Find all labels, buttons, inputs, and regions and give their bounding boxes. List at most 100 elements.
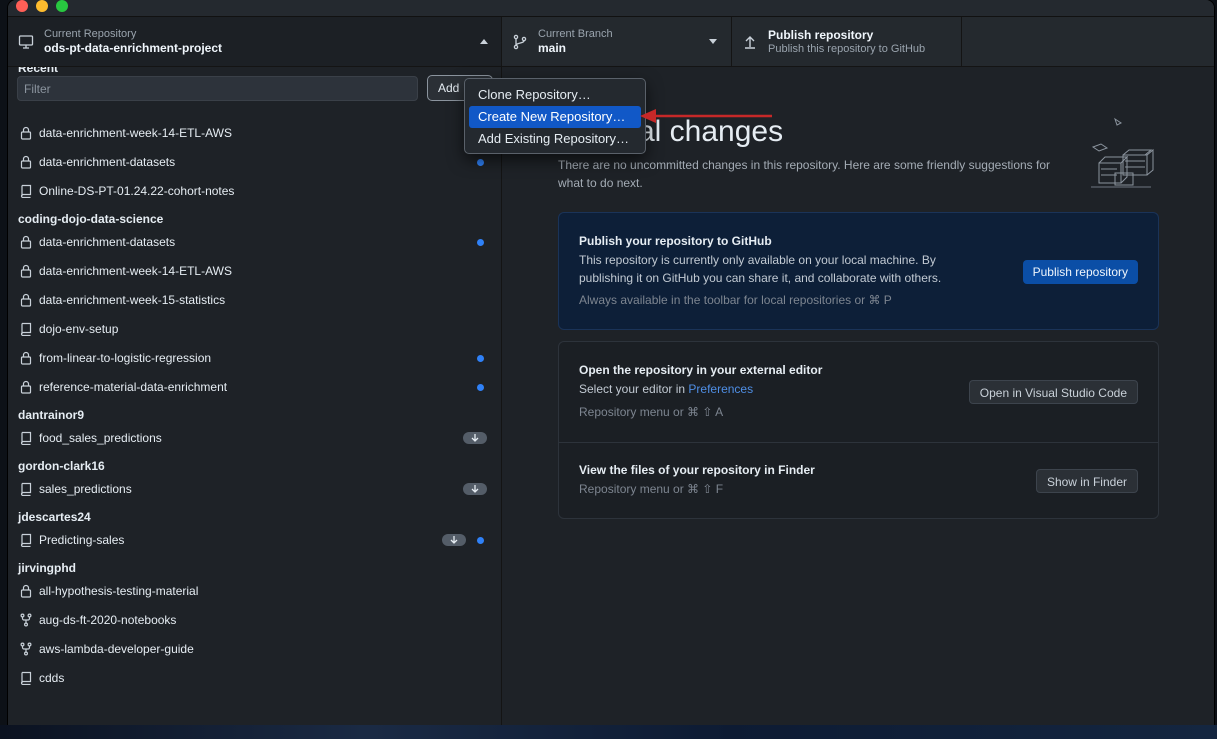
lock-icon <box>19 155 33 169</box>
branch-icon <box>513 34 527 50</box>
list-item[interactable]: data-enrichment-week-15-statistics <box>8 287 501 313</box>
add-existing-repository-menu-item[interactable]: Add Existing Repository… <box>469 128 641 150</box>
list-item[interactable]: Predicting-sales <box>8 527 501 553</box>
list-item[interactable]: dojo-env-setup <box>8 316 501 342</box>
pull-down-arrow-icon <box>442 534 466 546</box>
card-divider <box>559 442 1158 443</box>
list-item[interactable]: food_sales_predictions <box>8 425 501 451</box>
publish-repository-title: Publish repository <box>768 28 874 42</box>
title-bar <box>8 0 1214 17</box>
changes-indicator-dot <box>477 355 484 362</box>
list-item[interactable]: data-enrichment-datasets <box>8 149 501 175</box>
publish-repository-card-button[interactable]: Publish repository <box>1022 260 1138 284</box>
current-repository-name: ods-pt-data-enrichment-project <box>44 41 223 55</box>
list-item[interactable]: aws-lambda-developer-guide <box>8 636 501 662</box>
computer-icon <box>18 35 34 49</box>
list-item[interactable]: sales_predictions <box>8 476 501 502</box>
fork-icon <box>19 613 33 627</box>
repository-name: all-hypothesis-testing-material <box>39 584 199 598</box>
repo-icon <box>19 533 33 548</box>
list-item[interactable]: all-hypothesis-testing-material <box>8 578 501 604</box>
publish-card-shortcut-hint: Always available in the toolbar for loca… <box>579 293 892 307</box>
repository-name: data-enrichment-datasets <box>39 155 176 169</box>
lock-icon <box>19 126 33 140</box>
filter-input[interactable]: Filter <box>17 76 418 101</box>
create-new-repository-menu-item[interactable]: Create New Repository… <box>469 106 641 128</box>
repository-name: reference-material-data-enrichment <box>39 380 228 394</box>
lock-icon <box>19 235 33 249</box>
repository-name: cdds <box>39 671 65 685</box>
repository-name: data-enrichment-datasets <box>39 235 176 249</box>
add-repository-menu: Clone Repository… Create New Repository…… <box>464 78 646 154</box>
repo-icon <box>19 671 33 686</box>
group-header: jdescartes24 <box>18 510 91 524</box>
publish-repository-subtitle: Publish this repository to GitHub <box>768 43 926 55</box>
current-repository-label: Current Repository <box>44 28 137 40</box>
changes-indicator-dot <box>477 537 484 544</box>
changes-indicator-dot <box>477 239 484 246</box>
repository-name: Online-DS-PT-01.24.22-cohort-notes <box>39 184 235 198</box>
toolbar: Current Repository ods-pt-data-enrichmen… <box>8 17 1214 67</box>
zoom-window-button[interactable] <box>56 0 68 12</box>
repository-name: aws-lambda-developer-guide <box>39 642 194 656</box>
list-item[interactable]: data-enrichment-datasets <box>8 229 501 255</box>
finder-card-shortcut-hint: Repository menu or ⌘ ⇧ F <box>579 482 724 496</box>
group-header: dantrainor9 <box>18 408 85 422</box>
no-changes-view: cal changes There are no uncommitted cha… <box>503 67 1214 732</box>
changes-indicator-dot <box>477 159 484 166</box>
list-item[interactable]: data-enrichment-week-14-ETL-AWS <box>8 258 501 284</box>
list-item[interactable]: data-enrichment-week-14-ETL-AWS <box>8 120 501 146</box>
repo-icon <box>19 322 33 337</box>
editor-card-title: Open the repository in your external edi… <box>579 363 823 377</box>
changes-indicator-dot <box>477 384 484 391</box>
upload-icon <box>745 36 755 49</box>
group-header-recent: Recent <box>18 67 59 75</box>
editor-description-text: Select your editor in <box>579 382 689 396</box>
repository-name: sales_predictions <box>39 482 132 496</box>
current-repository-dropdown[interactable]: Current Repository ods-pt-data-enrichmen… <box>8 17 502 66</box>
minimize-window-button[interactable] <box>36 0 48 12</box>
open-in-editor-button[interactable]: Open in Visual Studio Code <box>968 380 1138 404</box>
list-item[interactable]: reference-material-data-enrichment <box>8 374 501 400</box>
editor-card-shortcut-hint: Repository menu or ⌘ ⇧ A <box>579 405 724 419</box>
lock-icon <box>19 380 33 394</box>
repository-name: from-linear-to-logistic-regression <box>39 351 212 365</box>
repo-icon <box>19 431 33 446</box>
lock-icon <box>19 293 33 307</box>
publish-repository-button[interactable]: Publish repository Publish this reposito… <box>732 17 962 66</box>
list-item[interactable]: cdds <box>8 665 501 691</box>
fork-icon <box>19 642 33 656</box>
repository-name: aug-ds-ft-2020-notebooks <box>39 613 177 627</box>
publish-card: Publish your repository to GitHub This r… <box>558 212 1159 330</box>
no-changes-description: There are no uncommitted changes in this… <box>558 158 1051 190</box>
chevron-down-icon <box>709 39 717 44</box>
current-branch-label: Current Branch <box>538 28 613 40</box>
lock-icon <box>19 264 33 278</box>
editor-card-description: Select your editor in Preferences <box>579 380 753 398</box>
repository-name: data-enrichment-week-14-ETL-AWS <box>39 264 232 278</box>
pull-down-arrow-icon <box>463 483 487 495</box>
boxes-illustration-icon <box>1091 117 1154 188</box>
list-item[interactable]: aug-ds-ft-2020-notebooks <box>8 607 501 633</box>
current-branch-dropdown[interactable]: Current Branch main <box>502 17 732 66</box>
close-window-button[interactable] <box>16 0 28 12</box>
lock-icon <box>19 584 33 598</box>
repository-name: food_sales_predictions <box>39 431 162 445</box>
actions-card: Open the repository in your external edi… <box>558 341 1159 519</box>
repository-name: dojo-env-setup <box>39 322 119 336</box>
repository-list-sidebar: Filter Add Recent data-enrichment-week-14… <box>8 67 502 732</box>
publish-card-description: This repository is currently only availa… <box>579 253 942 285</box>
group-header: jirvingphd <box>18 561 76 575</box>
publish-card-title: Publish your repository to GitHub <box>579 234 772 248</box>
current-branch-name: main <box>538 41 567 55</box>
show-in-finder-button[interactable]: Show in Finder <box>1035 469 1138 493</box>
clone-repository-menu-item[interactable]: Clone Repository… <box>469 84 641 106</box>
list-item[interactable]: Online-DS-PT-01.24.22-cohort-notes <box>8 178 501 204</box>
lock-icon <box>19 351 33 365</box>
repository-name: data-enrichment-week-15-statistics <box>39 293 226 307</box>
preferences-link[interactable]: Preferences <box>688 382 753 396</box>
repo-icon <box>19 482 33 497</box>
repository-name: data-enrichment-week-14-ETL-AWS <box>39 126 232 140</box>
repository-name: Predicting-sales <box>39 533 125 547</box>
list-item[interactable]: from-linear-to-logistic-regression <box>8 345 501 371</box>
